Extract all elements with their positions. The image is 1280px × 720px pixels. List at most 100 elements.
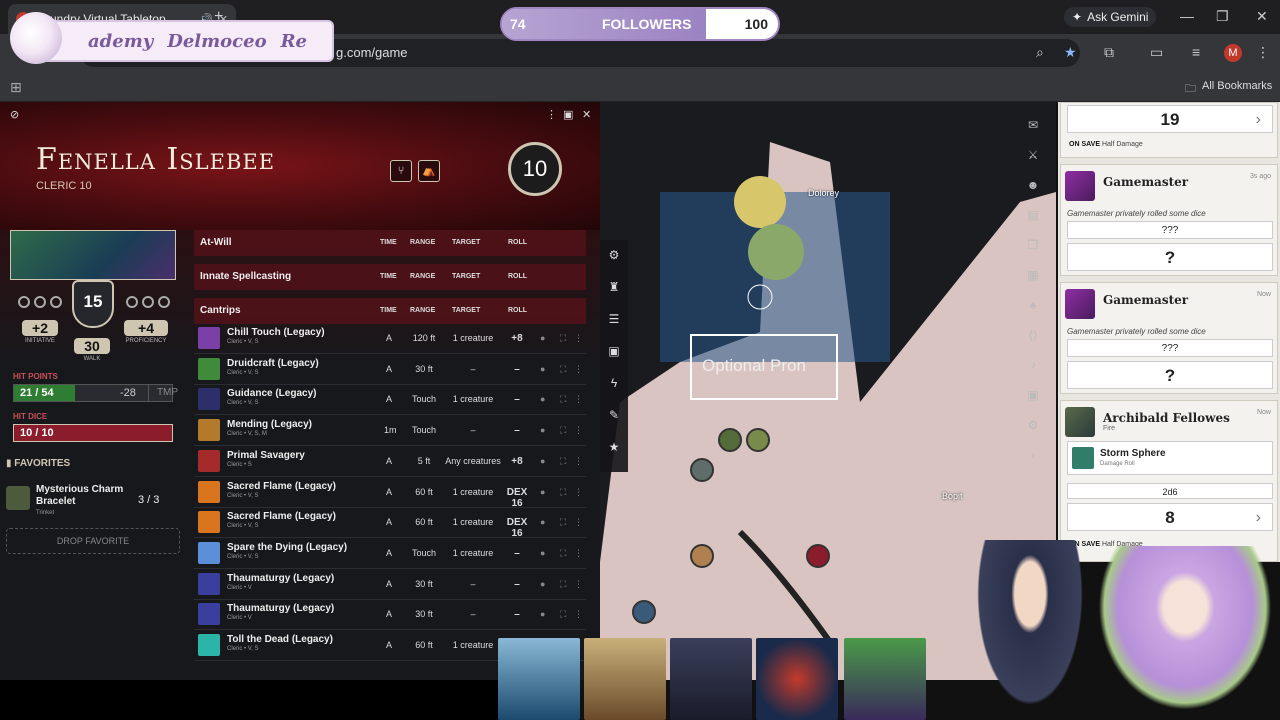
creature-token[interactable] bbox=[690, 458, 714, 482]
hit-points-bar[interactable]: 21 / 54 -28 TMP bbox=[13, 384, 178, 402]
roll-formula[interactable]: 2d6 bbox=[1067, 483, 1273, 499]
expand-chevron-icon[interactable]: › bbox=[1256, 111, 1261, 129]
list-tool-icon[interactable]: ☰ bbox=[606, 312, 622, 328]
spell-menu-icon[interactable]: ⋮ bbox=[574, 579, 583, 590]
favorite-item[interactable]: Mysterious Charm Bracelet Trinket 3 / 3 bbox=[6, 482, 180, 516]
expand-spell-icon[interactable]: ⛶ bbox=[560, 548, 566, 559]
use-spell-icon[interactable]: ● bbox=[540, 394, 545, 404]
sheet-close-icon[interactable]: ✕ bbox=[582, 108, 591, 121]
spell-menu-icon[interactable]: ⋮ bbox=[574, 487, 583, 498]
hidden-total[interactable]: ? bbox=[1067, 243, 1273, 271]
creature-token[interactable] bbox=[690, 544, 714, 568]
profile-avatar[interactable]: M bbox=[1224, 44, 1242, 62]
apps-grid-icon[interactable]: ⊞ bbox=[10, 79, 22, 96]
expand-spell-icon[interactable]: ⛶ bbox=[560, 425, 566, 436]
settings-tab-icon[interactable]: ⚙ bbox=[1024, 418, 1042, 432]
sheet-menu-icon[interactable]: ⋮ bbox=[546, 108, 557, 121]
expand-spell-icon[interactable]: ⛶ bbox=[560, 394, 566, 405]
creature-token[interactable] bbox=[746, 428, 770, 452]
lightning-tool-icon[interactable]: ϟ bbox=[606, 376, 622, 392]
spell-menu-icon[interactable]: ⋮ bbox=[574, 394, 583, 405]
bookmark-star-icon[interactable]: ★ bbox=[1064, 44, 1077, 61]
spell-menu-icon[interactable]: ⋮ bbox=[574, 609, 583, 620]
close-window-icon[interactable]: ✕ bbox=[1256, 8, 1268, 25]
roll-total[interactable]: 19 bbox=[1067, 105, 1273, 133]
expand-chevron-icon[interactable]: › bbox=[1256, 509, 1261, 527]
temp-hp-field[interactable]: TMP bbox=[148, 385, 186, 401]
spell-row[interactable]: Primal Savagery Cleric • S A 5 ft Any creatu… bbox=[194, 447, 586, 477]
expand-spell-icon[interactable]: ⛶ bbox=[560, 517, 566, 528]
use-spell-icon[interactable]: ● bbox=[540, 456, 545, 466]
character-portrait[interactable] bbox=[10, 230, 176, 280]
playlists-tab-icon[interactable]: ♪ bbox=[1024, 358, 1042, 372]
use-spell-icon[interactable]: ● bbox=[540, 364, 545, 374]
use-spell-icon[interactable]: ● bbox=[540, 517, 545, 527]
item-card[interactable]: Storm Sphere Damage Roll bbox=[1067, 441, 1273, 475]
token-tool-icon[interactable]: ♜ bbox=[606, 280, 622, 296]
expand-spell-icon[interactable]: ⛶ bbox=[560, 456, 566, 467]
sheet-compass-icon[interactable]: ⊘ bbox=[10, 108, 19, 121]
hidden-total[interactable]: ? bbox=[1067, 361, 1273, 389]
creature-token[interactable] bbox=[806, 544, 830, 568]
macros-tab-icon[interactable]: ⟨⟩ bbox=[1024, 328, 1042, 342]
rest-short-button[interactable]: ⑂ bbox=[390, 160, 412, 182]
spell-menu-icon[interactable]: ⋮ bbox=[574, 333, 583, 344]
journal-tool-icon[interactable]: ▣ bbox=[606, 344, 622, 360]
spell-row[interactable]: Thaumaturgy (Legacy) Cleric • V A 30 ft – – ● ⛶… bbox=[194, 600, 586, 631]
death-save-pip[interactable] bbox=[50, 296, 62, 308]
extensions-icon[interactable]: ⧉ bbox=[1104, 44, 1114, 61]
spell-row[interactable]: Sacred Flame (Legacy) Cleric • V, S A 60 ft… bbox=[194, 508, 586, 539]
compendium-tab-icon[interactable]: ▣ bbox=[1024, 388, 1042, 402]
actors-tab-icon[interactable]: ☻ bbox=[1024, 178, 1042, 192]
spell-menu-icon[interactable]: ⋮ bbox=[574, 456, 583, 467]
spell-menu-icon[interactable]: ⋮ bbox=[574, 425, 583, 436]
spell-menu-icon[interactable]: ⋮ bbox=[574, 548, 583, 559]
expand-spell-icon[interactable]: ⛶ bbox=[560, 333, 566, 344]
hidden-formula[interactable]: ??? bbox=[1067, 339, 1273, 357]
initiative-stat[interactable]: +2 INITIATIVE bbox=[22, 320, 58, 344]
hidden-formula[interactable]: ??? bbox=[1067, 221, 1273, 239]
death-save-pip[interactable] bbox=[18, 296, 30, 308]
spell-row[interactable]: Chill Touch (Legacy) Cleric • V, S A 120 ft… bbox=[194, 324, 586, 354]
journal-tab-icon[interactable]: ❐ bbox=[1024, 238, 1042, 252]
expand-spell-icon[interactable]: ⛶ bbox=[560, 364, 566, 375]
expand-spell-icon[interactable]: ⛶ bbox=[560, 609, 566, 620]
use-spell-icon[interactable]: ● bbox=[540, 425, 545, 435]
cast-icon[interactable]: ▭ bbox=[1150, 44, 1163, 61]
collapse-sidebar-icon[interactable]: › bbox=[1024, 448, 1042, 462]
use-spell-icon[interactable]: ● bbox=[540, 487, 545, 497]
spell-section-header[interactable]: At-Will TIME RANGE TARGET ROLL bbox=[194, 230, 586, 256]
death-save-pip[interactable] bbox=[142, 296, 154, 308]
items-tab-icon[interactable]: ▤ bbox=[1024, 208, 1042, 222]
use-spell-icon[interactable]: ● bbox=[540, 579, 545, 589]
settings-tool-icon[interactable]: ⚙ bbox=[606, 248, 622, 264]
death-save-pip[interactable] bbox=[158, 296, 170, 308]
spell-row[interactable]: Spare the Dying (Legacy) Cleric • V, S A To… bbox=[194, 539, 586, 569]
ask-gemini-button[interactable]: ✦ Ask Gemini bbox=[1064, 7, 1157, 27]
spell-section-header[interactable]: Innate Spellcasting TIME RANGE TARGET ROLL bbox=[194, 264, 586, 290]
spell-row[interactable]: Druidcraft (Legacy) Cleric • V, S A 30 ft – –… bbox=[194, 355, 586, 385]
minimize-icon[interactable]: — bbox=[1180, 8, 1194, 24]
spell-row[interactable]: Sacred Flame (Legacy) Cleric • V, S A 60 ft… bbox=[194, 478, 586, 509]
tab-search-icon[interactable]: ≡ bbox=[1192, 44, 1200, 60]
tables-tab-icon[interactable]: ▦ bbox=[1024, 268, 1042, 282]
spell-menu-icon[interactable]: ⋮ bbox=[574, 364, 583, 375]
maximize-icon[interactable]: ❐ bbox=[1216, 8, 1229, 25]
spell-row[interactable]: Guidance (Legacy) Cleric • V, S A Touch 1 cr… bbox=[194, 385, 586, 416]
creature-token[interactable] bbox=[718, 428, 742, 452]
death-save-pip[interactable] bbox=[34, 296, 46, 308]
death-save-pip[interactable] bbox=[126, 296, 138, 308]
sheet-mode-icon[interactable]: ▣ bbox=[563, 108, 573, 121]
creature-token[interactable] bbox=[632, 600, 656, 624]
combat-tab-icon[interactable]: ⚔ bbox=[1024, 148, 1042, 162]
use-spell-icon[interactable]: ● bbox=[540, 548, 545, 558]
menu-dots-icon[interactable]: ⋮ bbox=[1256, 44, 1270, 61]
chat-tab-icon[interactable]: ✉ bbox=[1024, 118, 1042, 132]
spell-section-header[interactable]: Cantrips TIME RANGE TARGET ROLL bbox=[194, 298, 586, 324]
use-spell-icon[interactable]: ● bbox=[540, 333, 545, 343]
star-tool-icon[interactable]: ★ bbox=[606, 440, 622, 456]
rest-long-button[interactable]: ⛺ bbox=[418, 160, 440, 182]
brush-tool-icon[interactable]: ✎ bbox=[606, 408, 622, 424]
roll-total[interactable]: 8 bbox=[1067, 503, 1273, 531]
spell-row[interactable]: Thaumaturgy (Legacy) Cleric • V A 30 ft – – ● ⛶… bbox=[194, 570, 586, 600]
